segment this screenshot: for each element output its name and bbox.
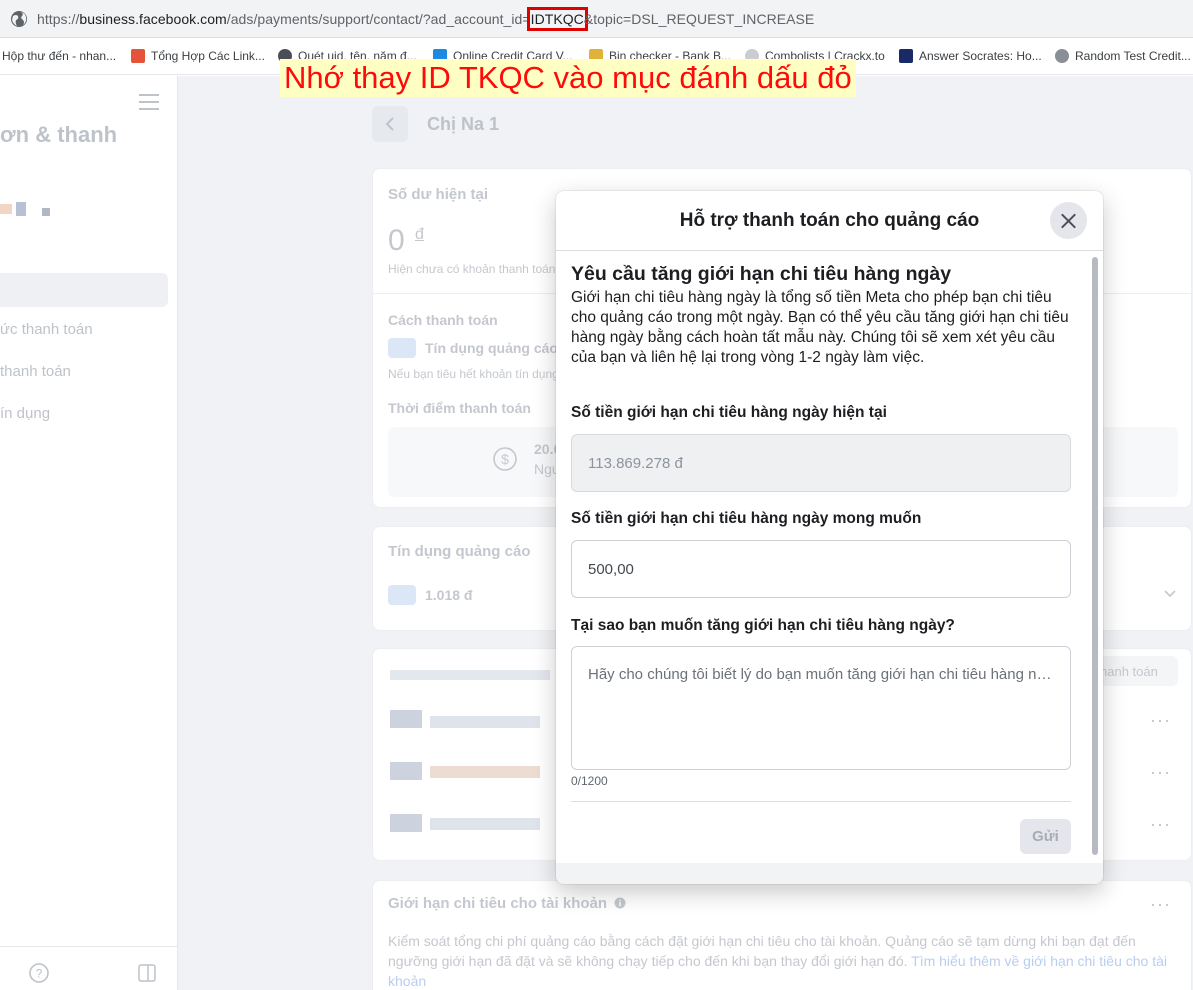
sidebar-item-credit[interactable]: ín dụng bbox=[0, 405, 50, 422]
more-options-icon[interactable]: ··· bbox=[1150, 762, 1171, 783]
blurred-row bbox=[430, 716, 540, 728]
bookmark-item[interactable]: Answer Socrates: Ho... bbox=[899, 49, 1042, 63]
bookmark-item[interactable]: Hộp thư đến - nhan... bbox=[2, 49, 116, 63]
footer-divider bbox=[571, 801, 1071, 802]
reason-textarea[interactable]: Hãy cho chúng tôi biết lý do bạn muốn tă… bbox=[571, 646, 1071, 770]
url-domain: business.facebook.com bbox=[79, 11, 227, 27]
request-description: Giới hạn chi tiêu hàng ngày là tổng số t… bbox=[571, 289, 1069, 366]
gear-icon bbox=[1055, 49, 1069, 63]
url-suffix: &topic=DSL_REQUEST_INCREASE bbox=[583, 11, 815, 27]
globe-icon bbox=[11, 11, 27, 27]
blurred-row bbox=[390, 762, 422, 780]
blurred-text bbox=[390, 670, 550, 680]
address-bar[interactable]: https://business.facebook.com/ads/paymen… bbox=[0, 0, 1193, 38]
desired-limit-label: Số tiền giới hạn chi tiêu hàng ngày mong… bbox=[571, 510, 922, 527]
balance-currency: đ bbox=[415, 226, 424, 243]
annotation-note: Nhớ thay ID TKQC vào mục đánh dấu đỏ bbox=[280, 59, 856, 97]
url-highlight-id: IDTKQC bbox=[526, 7, 588, 31]
blurred-row bbox=[390, 814, 422, 832]
back-button[interactable] bbox=[372, 106, 408, 142]
payment-time-label: Thời điểm thanh toán bbox=[388, 400, 531, 416]
dialog-scrollbar[interactable] bbox=[1090, 253, 1100, 863]
reason-label: Tại sao bạn muốn tăng giới hạn chi tiêu … bbox=[571, 617, 955, 634]
scrollbar-thumb[interactable] bbox=[1092, 257, 1098, 855]
ad-credit-value: 1.018 đ bbox=[425, 587, 473, 603]
blurred-row bbox=[390, 710, 422, 728]
blurred-row bbox=[430, 766, 540, 778]
info-icon[interactable] bbox=[614, 897, 626, 909]
more-options-icon[interactable]: ··· bbox=[1150, 814, 1171, 835]
payment-method-value: Tín dụng quảng cáo bbox=[425, 340, 558, 356]
help-icon[interactable]: ? bbox=[28, 962, 50, 984]
socrates-icon bbox=[899, 49, 913, 63]
payment-support-dialog: Hỗ trợ thanh toán cho quảng cáo Yêu cầu … bbox=[556, 191, 1103, 884]
pay-button-label: hanh toán bbox=[1100, 664, 1158, 679]
current-limit-field: 113.869.278 đ bbox=[571, 434, 1071, 492]
balance-value: 0 bbox=[388, 224, 405, 257]
blurred-row bbox=[430, 818, 540, 830]
balance-label: Số dư hiện tại bbox=[388, 186, 489, 203]
panel-toggle-icon[interactable] bbox=[137, 963, 157, 983]
desired-limit-input[interactable]: 500,00 bbox=[571, 540, 1071, 598]
svg-text:?: ? bbox=[36, 967, 43, 981]
close-button[interactable] bbox=[1050, 202, 1087, 239]
url-text[interactable]: https://business.facebook.com/ads/paymen… bbox=[37, 7, 815, 31]
current-limit-label: Số tiền giới hạn chi tiêu hàng ngày hiện… bbox=[571, 404, 887, 421]
payment-method-note: Nếu bạn tiêu hết khoản tín dụng bbox=[388, 367, 559, 381]
url-path: /ads/payments/support/contact/?ad_accoun… bbox=[226, 11, 531, 27]
sidebar-item-payment-methods[interactable]: ức thanh toán bbox=[0, 321, 93, 338]
more-options-icon[interactable]: ··· bbox=[1150, 710, 1171, 731]
sidebar-divider bbox=[0, 946, 178, 947]
chevron-left-icon bbox=[385, 117, 394, 131]
payment-method-label: Cách thanh toán bbox=[388, 312, 498, 328]
more-options-icon[interactable]: ··· bbox=[1150, 894, 1171, 915]
svg-text:$: $ bbox=[501, 451, 509, 467]
sidebar-title: ơn & thanh bbox=[0, 122, 118, 147]
sidebar-item-active[interactable] bbox=[0, 273, 168, 307]
left-sidebar: ơn & thanh ức thanh toán thanh toán ín d… bbox=[0, 76, 178, 990]
submit-button[interactable]: Gửi bbox=[1020, 819, 1071, 854]
blurred-avatar bbox=[0, 204, 12, 214]
balance-note: Hiện chưa có khoản thanh toán bbox=[388, 262, 556, 276]
dialog-footer bbox=[556, 863, 1103, 884]
blurred-avatar bbox=[16, 202, 26, 216]
request-heading: Yêu cầu tăng giới hạn chi tiêu hàng ngày bbox=[571, 263, 952, 285]
bookmark-icon bbox=[131, 49, 145, 63]
chevron-down-icon[interactable] bbox=[1163, 589, 1177, 599]
bookmark-item[interactable]: Random Test Credit... bbox=[1055, 49, 1191, 63]
credit-icon bbox=[388, 585, 416, 605]
menu-icon[interactable] bbox=[139, 94, 159, 110]
blurred-avatar bbox=[42, 208, 50, 216]
limit-title: Giới hạn chi tiêu cho tài khoản bbox=[388, 895, 608, 912]
bookmark-item[interactable]: Tổng Hợp Các Link... bbox=[131, 49, 265, 63]
dialog-header: Hỗ trợ thanh toán cho quảng cáo bbox=[556, 191, 1103, 251]
limit-description: Kiểm soát tổng chi phí quảng cáo bằng cá… bbox=[388, 933, 1168, 989]
dollar-icon: $ bbox=[493, 447, 517, 471]
sidebar-item-payments[interactable]: thanh toán bbox=[0, 363, 71, 380]
ad-credit-label: Tín dụng quảng cáo bbox=[388, 543, 531, 560]
dialog-title: Hỗ trợ thanh toán cho quảng cáo bbox=[679, 210, 980, 231]
character-counter: 0/1200 bbox=[571, 774, 608, 788]
credit-card-icon bbox=[388, 338, 416, 358]
account-title: Chị Na 1 bbox=[427, 114, 500, 134]
